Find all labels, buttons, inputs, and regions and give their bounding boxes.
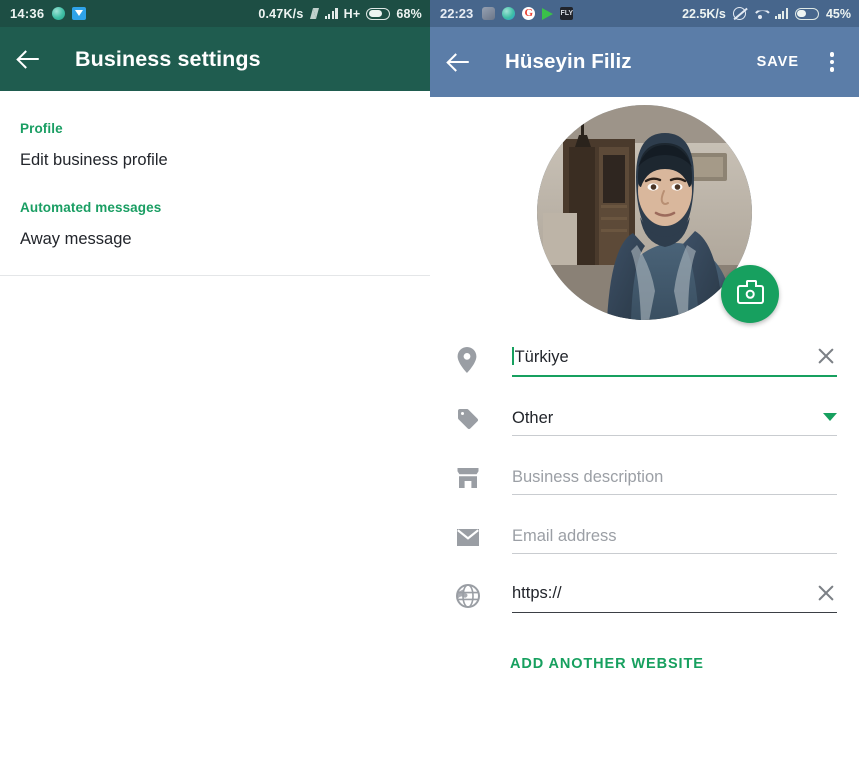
envelope-icon (456, 520, 488, 554)
app-dark-icon: FLY (560, 7, 574, 20)
google-icon: G (522, 7, 536, 20)
website-input[interactable]: https:// (512, 582, 837, 613)
kebab-menu-icon[interactable] (821, 49, 843, 75)
location-pin-icon (456, 343, 488, 377)
field-website: https:// (456, 579, 837, 613)
profile-name-title: Hüseyin Filiz (505, 50, 632, 73)
right-app-bar: Hüseyin Filiz SAVE (430, 27, 859, 97)
signal-bars-icon (774, 8, 788, 19)
signal-bars-icon (324, 8, 338, 19)
left-status-app-icons (52, 7, 87, 20)
email-placeholder: Email address (512, 527, 617, 545)
field-category: Other (456, 402, 837, 436)
whatsapp-circle-icon (52, 7, 66, 20)
page-title: Business settings (75, 46, 261, 71)
camera-icon[interactable] (721, 265, 779, 323)
right-battery-percent: 45% (825, 6, 851, 21)
category-select[interactable]: Other (512, 409, 837, 436)
settings-list: Profile Edit business profile Automated … (0, 91, 430, 276)
section-header-profile: Profile (20, 121, 63, 136)
website-value: https:// (512, 584, 562, 602)
storefront-icon (456, 461, 488, 495)
left-pane-business-settings: 14:36 0.47K/s H+ 68% Business settings P… (0, 0, 430, 761)
globe-icon (456, 579, 488, 613)
back-arrow-icon[interactable] (16, 46, 42, 72)
field-email: Email address (456, 520, 837, 554)
app-gray-icon (482, 7, 496, 20)
left-app-bar: Business settings (0, 27, 430, 91)
profile-photo[interactable] (537, 104, 752, 320)
left-status-bar: 14:36 0.47K/s H+ 68% (0, 0, 430, 27)
right-status-clock: 22:23 (440, 6, 474, 21)
text-cursor (512, 346, 514, 365)
list-divider (0, 275, 430, 276)
right-status-system-icons: 22.5K/s 45% (682, 7, 851, 21)
clear-website-icon[interactable] (815, 582, 837, 604)
left-status-system-icons: 0.47K/s H+ 68% (258, 7, 422, 21)
profile-form: Türkiye Other Business description Email… (430, 327, 859, 682)
avatar-section (430, 97, 859, 327)
wifi-icon (753, 8, 768, 19)
right-network-rate: 22.5K/s (682, 6, 726, 21)
add-another-website-button[interactable]: ADD ANOTHER WEBSITE (506, 646, 708, 682)
settings-item-edit-business-profile[interactable]: Edit business profile (0, 136, 430, 186)
tag-icon (456, 402, 488, 436)
section-header-automated-messages: Automated messages (20, 200, 162, 215)
email-input[interactable]: Email address (512, 527, 837, 554)
left-network-rate: 0.47K/s (258, 6, 304, 21)
category-value: Other (512, 409, 554, 427)
download-icon (72, 7, 87, 20)
dual-screenshot-container: 14:36 0.47K/s H+ 68% Business settings P… (0, 0, 859, 761)
left-battery-percent: 68% (396, 6, 422, 21)
field-location: Türkiye (456, 343, 837, 377)
description-placeholder: Business description (512, 468, 664, 486)
save-button[interactable]: SAVE (751, 48, 805, 76)
location-value: Türkiye (512, 346, 807, 367)
chevron-down-icon[interactable] (823, 412, 837, 421)
description-input[interactable]: Business description (512, 468, 837, 495)
field-description: Business description (456, 461, 837, 495)
data-transfer-icon (309, 7, 319, 20)
location-input[interactable]: Türkiye (512, 345, 837, 377)
clear-location-icon[interactable] (815, 345, 837, 367)
left-status-clock: 14:36 (10, 6, 45, 21)
network-type-label: H+ (343, 6, 361, 21)
play-store-icon (542, 7, 554, 20)
battery-icon (366, 7, 391, 20)
right-pane-edit-profile: 22:23 G FLY 22.5K/s 45% Hüseyin Filiz SA… (430, 0, 859, 761)
right-status-bar: 22:23 G FLY 22.5K/s 45% (430, 0, 859, 27)
back-arrow-icon[interactable] (446, 49, 472, 75)
settings-item-away-message[interactable]: Away message (0, 215, 430, 265)
app-teal-icon (502, 7, 516, 20)
alarm-off-icon (732, 7, 746, 20)
right-status-app-icons: G FLY (482, 7, 574, 20)
battery-icon (794, 7, 819, 20)
